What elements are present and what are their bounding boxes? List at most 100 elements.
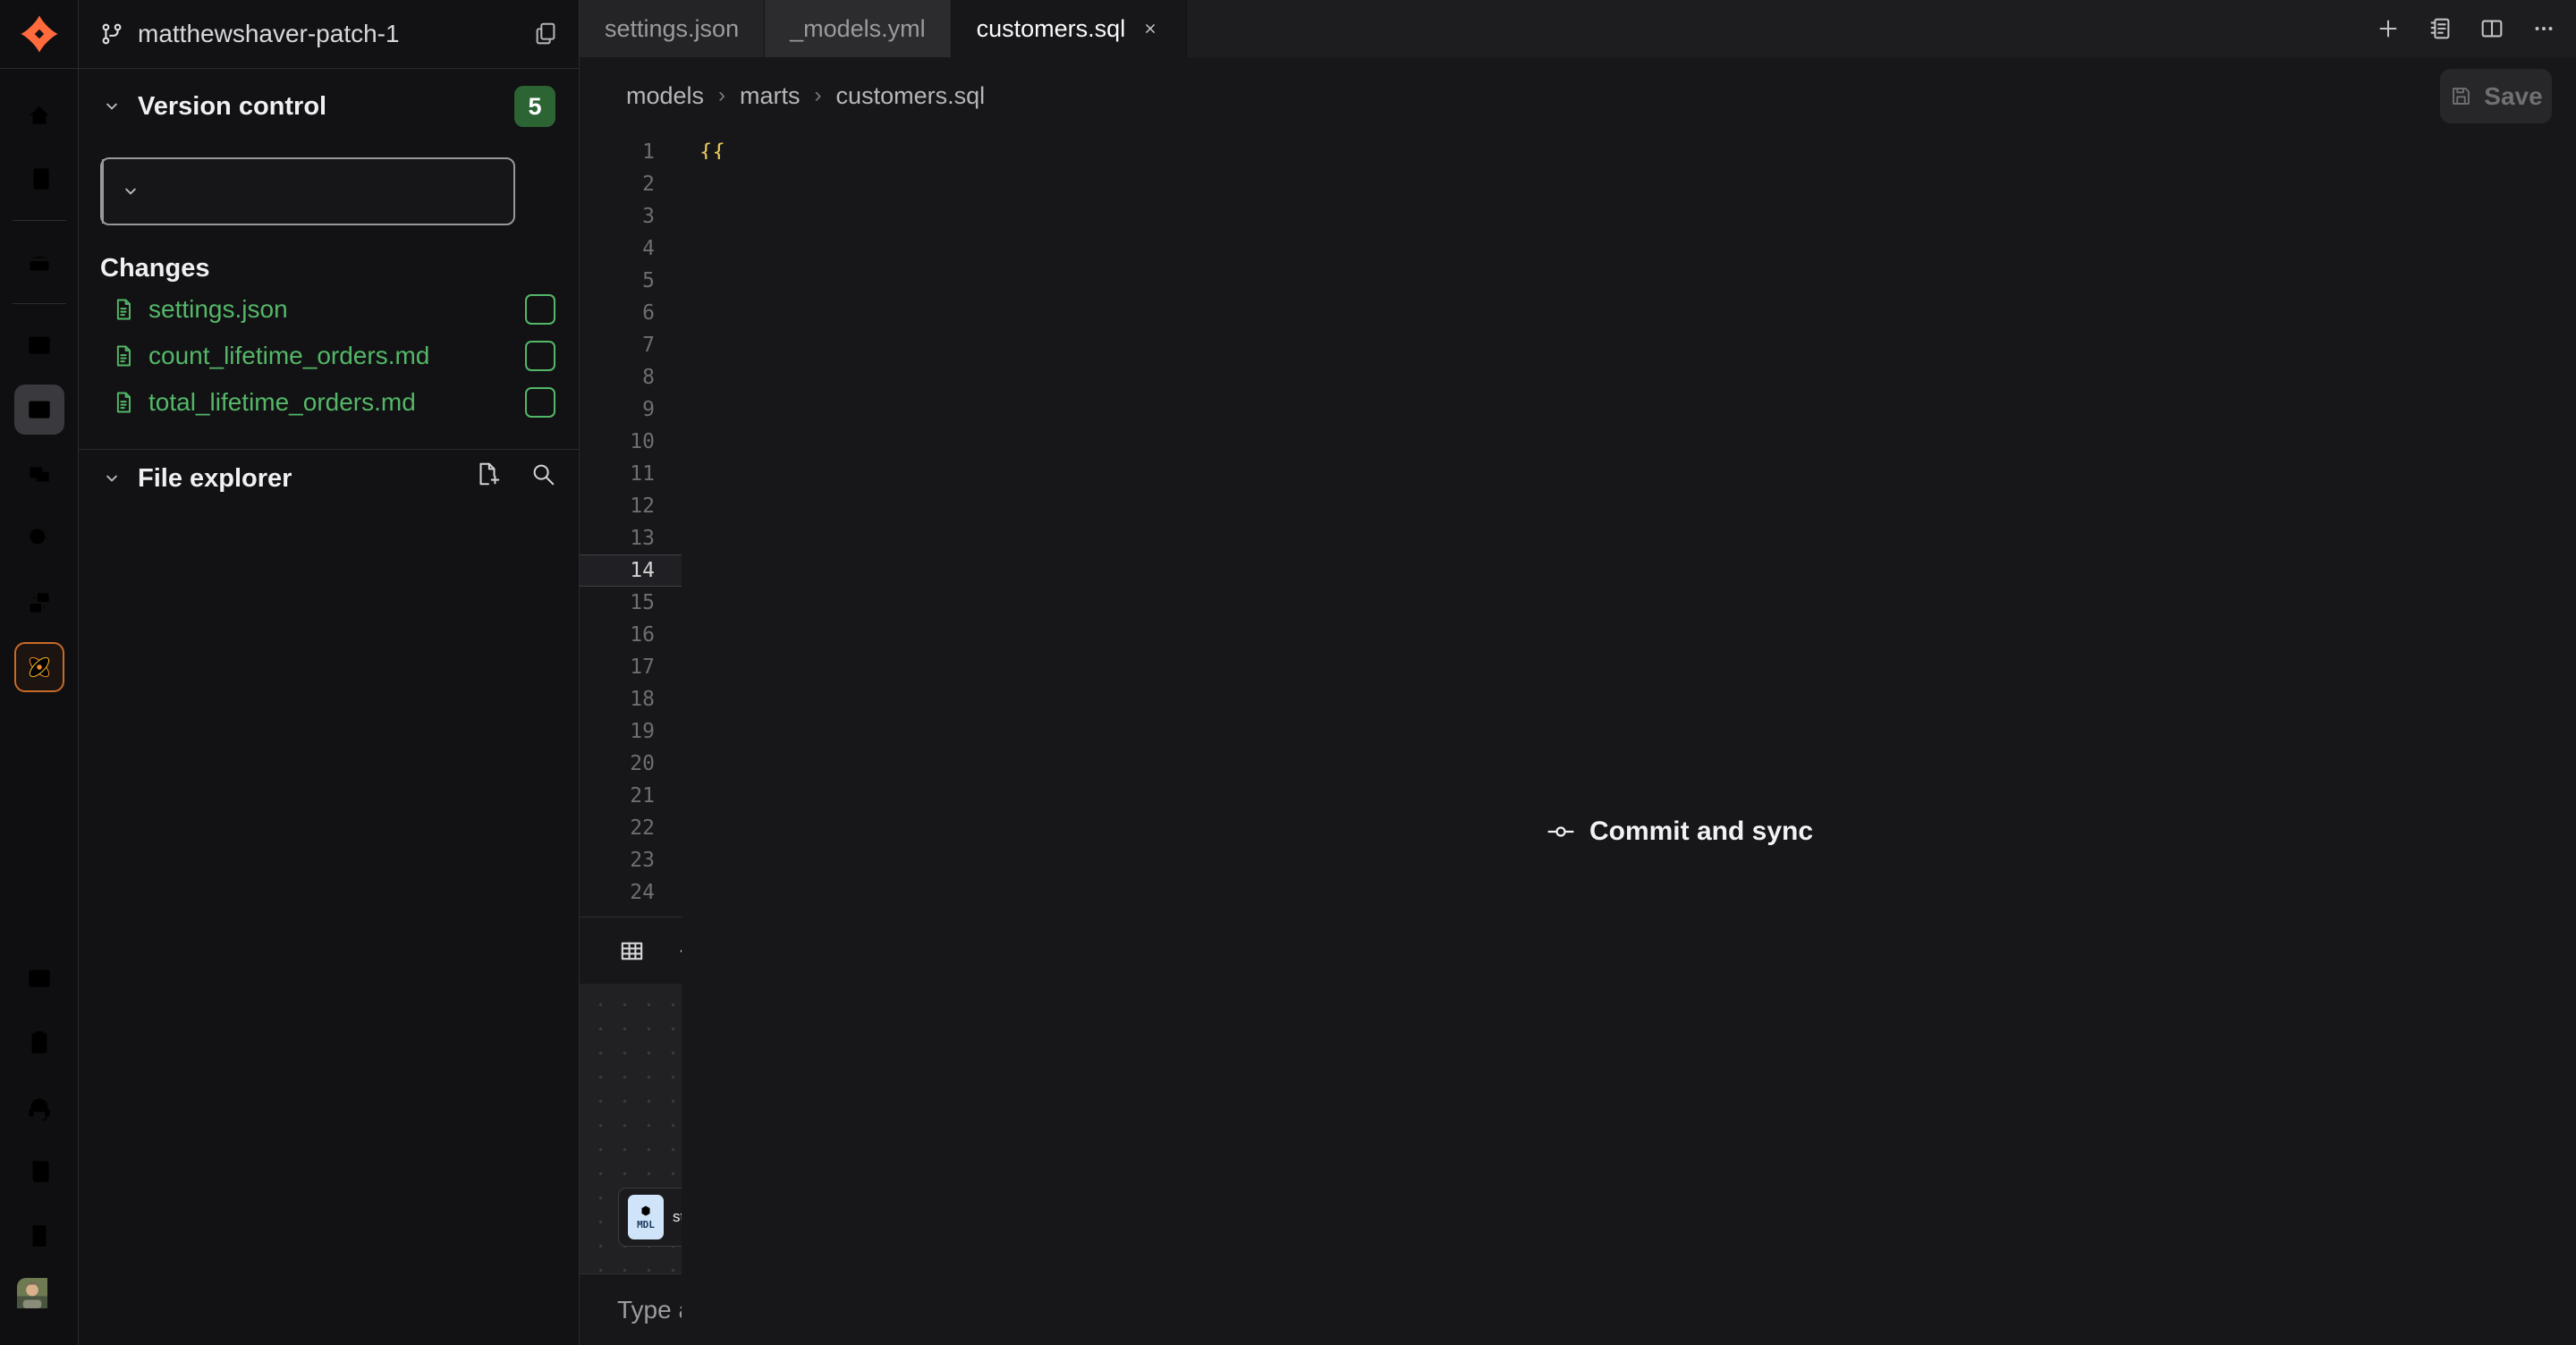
rail-codewin-icon[interactable] [14,385,64,435]
editor-tabstrip: settings.json _models.yml customers.sql [580,0,2576,57]
tree-item-locations.yml[interactable] [79,1288,579,1339]
rail-grid-icon[interactable] [14,320,64,370]
tree-item-settings.json[interactable] [79,676,579,727]
line-number: 6 [580,297,669,329]
changed-file-row[interactable]: total_lifetime_orders.md [79,379,579,426]
line-number: 7 [580,329,669,361]
rail-book-icon[interactable] [14,1146,64,1197]
rail-clipboard-icon[interactable] [14,1018,64,1068]
line-number: 16 [580,619,669,651]
line-number: 12 [580,490,669,522]
split-editor-icon[interactable] [2474,11,2510,47]
stage-add-icon[interactable] [525,294,555,325]
rail-spyglass-icon[interactable] [14,513,64,563]
line-number: 3 [580,200,669,233]
tree-item-dbt_packages[interactable] [79,829,579,880]
tree-item-data-tests[interactable] [79,778,579,829]
tree-item-.github[interactable] [79,574,579,625]
tree-item-docs[interactable] [79,880,579,931]
tree-item-locations.sql[interactable] [79,1237,579,1288]
line-number: 20 [580,748,669,780]
commit-options-dropdown[interactable] [102,159,157,224]
line-number: 1 [580,136,669,168]
rail-home-icon[interactable] [14,89,64,140]
tree-item-_models.yml[interactable] [79,1084,579,1135]
rail-divider [13,303,66,304]
tab-customers.sql[interactable]: customers.sql [952,0,1188,57]
rail-ledger-icon[interactable] [14,154,64,204]
sidebar: matthewshaver-patch-1 Version control 5 … [79,0,580,1345]
line-number: 21 [580,780,669,812]
commit-button-label: Commit and sync [1589,816,1813,847]
changes-label: Changes [100,254,209,283]
git-branch-icon [98,21,125,47]
line-number: 22 [580,812,669,844]
line-number: 10 [580,426,669,458]
line-number: 11 [580,458,669,490]
tree-item-docs-cloud[interactable] [79,523,579,574]
changed-file-name: total_lifetime_orders.md [148,388,416,417]
breadcrumb-models[interactable]: models [626,82,704,110]
rail-frame-icon[interactable] [14,449,64,499]
line-number: 9 [580,393,669,426]
stage-add-icon[interactable] [525,341,555,371]
breadcrumb-separator: › [718,83,725,108]
line-number: 15 [580,587,669,619]
tree-item-customers.yml[interactable] [79,1186,579,1237]
more-options-icon[interactable] [2526,11,2562,47]
line-number: 8 [580,361,669,393]
line-number: 14 [580,554,669,587]
rail-archive-icon[interactable] [14,237,64,287]
search-icon[interactable] [527,458,559,490]
chevron-down-icon [100,95,123,118]
commit-icon [1546,817,1575,846]
tree-item-marts[interactable] [79,1033,579,1084]
tab-label: settings.json [605,15,739,43]
version-control-title: Version control [138,92,326,122]
breadcrumb-marts[interactable]: marts [740,82,801,110]
rail-headset-icon[interactable] [14,1082,64,1132]
rail-atom-icon[interactable] [14,642,64,692]
tree-item-models[interactable] [79,982,579,1033]
line-number: 2 [580,168,669,200]
rail-avatar[interactable] [14,1275,64,1325]
breadcrumb-file[interactable]: customers.sql [836,82,986,110]
new-tab-icon[interactable] [2370,11,2406,47]
rail-windows-icon[interactable] [14,578,64,628]
version-control-header[interactable]: Version control [79,85,579,128]
line-number: 23 [580,844,669,876]
file-icon [111,297,136,322]
changed-file-name: count_lifetime_orders.md [148,342,429,370]
branch-bar: matthewshaver-patch-1 [79,0,579,69]
close-tab-icon[interactable] [1140,18,1161,39]
tool-tableg-button[interactable] [614,933,649,969]
chevron-down-icon [119,180,142,203]
file-icon [111,343,136,368]
tab-label: _models.yml [790,15,926,43]
tree-item-macros[interactable] [79,931,579,982]
line-number: 24 [580,876,669,909]
save-button[interactable]: Save [2440,69,2552,123]
dbt-logo-icon[interactable] [0,0,79,69]
notebook-icon[interactable] [2422,11,2458,47]
changed-file-row[interactable]: settings.json [79,286,579,333]
tab-_models.yml[interactable]: _models.yml [765,0,952,57]
copy-icon[interactable] [532,21,559,47]
tree-item-.vscode[interactable] [79,625,579,676]
changed-file-row[interactable]: count_lifetime_orders.md [79,333,579,379]
line-number: 4 [580,233,669,265]
tree-item-customers.sql[interactable] [79,1135,579,1186]
mdl-badge: MDL [628,1195,664,1239]
rail-building-icon[interactable] [14,1211,64,1261]
new-file-icon[interactable] [471,458,504,490]
tree-item-analyses[interactable] [79,727,579,778]
rail-divider [13,220,66,221]
changed-file-name: settings.json [148,295,288,324]
commit-and-sync-button[interactable]: Commit and sync [100,157,515,225]
stage-add-icon[interactable] [525,387,555,418]
file-icon [111,390,136,415]
breadcrumb-separator: › [815,83,822,108]
tab-settings.json[interactable]: settings.json [580,0,765,57]
changes-count-badge: 5 [514,86,555,127]
rail-terminal-icon[interactable] [14,953,64,1003]
